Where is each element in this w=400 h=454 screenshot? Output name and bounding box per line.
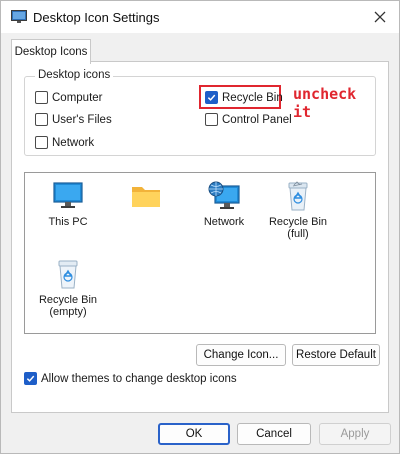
- checkbox-network[interactable]: Network: [35, 136, 94, 149]
- monitor-icon: [53, 182, 83, 208]
- close-icon: [374, 11, 386, 23]
- checkbox-box[interactable]: [35, 136, 48, 149]
- checkbox-label: Allow themes to change desktop icons: [41, 372, 237, 385]
- dialog-window: Desktop Icon Settings Desktop Icons Desk…: [0, 0, 400, 454]
- window-title: Desktop Icon Settings: [33, 10, 160, 25]
- group-legend: Desktop icons: [35, 69, 114, 81]
- checkbox-label: User's Files: [52, 113, 112, 126]
- restore-default-button[interactable]: Restore Default: [292, 344, 380, 366]
- annotation-text: uncheck it: [293, 85, 357, 121]
- checkbox-users-files[interactable]: User's Files: [35, 113, 112, 126]
- checkmark-icon: [26, 375, 35, 382]
- tab-desktop-icons[interactable]: Desktop Icons: [11, 39, 91, 64]
- folder-icon: [132, 187, 160, 207]
- icon-item-network[interactable]: Network: [189, 179, 259, 228]
- tab-panel-desktop-icons: Desktop icons Computer User's Files Netw…: [11, 61, 389, 413]
- checkbox-label: Network: [52, 136, 95, 149]
- checkbox-box-checked[interactable]: [24, 372, 37, 385]
- desktop-settings-icon: [11, 10, 27, 23]
- icon-list[interactable]: This PC Network Recycle Bin (full) Recyc…: [24, 172, 376, 334]
- change-icon-button[interactable]: Change Icon...: [196, 344, 286, 366]
- checkbox-recycle-bin[interactable]: Recycle Bin: [205, 91, 283, 104]
- checkbox-label: Recycle Bin: [222, 91, 283, 104]
- network-globe-icon: [208, 181, 240, 209]
- checkbox-box[interactable]: [35, 91, 48, 104]
- dialog-footer: OK Cancel Apply: [1, 415, 399, 453]
- icon-label-hidden: [125, 216, 167, 228]
- icon-label: Network: [203, 216, 245, 228]
- icon-item-this-pc[interactable]: This PC: [33, 179, 103, 228]
- tab-strip: Desktop Icons: [1, 33, 399, 64]
- checkbox-computer[interactable]: Computer: [35, 91, 103, 104]
- checkbox-control-panel[interactable]: Control Panel: [205, 113, 292, 126]
- checkbox-allow-themes[interactable]: Allow themes to change desktop icons: [24, 372, 237, 385]
- checkbox-box[interactable]: [205, 113, 218, 126]
- icon-label: Recycle Bin (full): [268, 216, 328, 240]
- checkbox-box[interactable]: [35, 113, 48, 126]
- desktop-icons-group: Desktop icons Computer User's Files Netw…: [24, 69, 376, 156]
- ok-button[interactable]: OK: [158, 423, 230, 445]
- checkbox-box-checked[interactable]: [205, 91, 218, 104]
- checkmark-icon: [207, 94, 216, 101]
- icon-item-recycle-bin-empty[interactable]: Recycle Bin (empty): [33, 257, 103, 318]
- recycle-bin-full-icon: [288, 181, 308, 211]
- icon-item-recycle-bin-full[interactable]: Recycle Bin (full): [263, 179, 333, 240]
- icon-item-users-files[interactable]: [111, 179, 181, 228]
- checkbox-label: Control Panel: [222, 113, 292, 126]
- icon-label: Recycle Bin (empty): [38, 294, 98, 318]
- cancel-button[interactable]: Cancel: [237, 423, 311, 445]
- title-bar[interactable]: Desktop Icon Settings: [1, 1, 399, 33]
- icon-label: This PC: [48, 216, 88, 228]
- recycle-bin-empty-icon: [58, 260, 78, 289]
- checkbox-label: Computer: [52, 91, 103, 104]
- close-button[interactable]: [367, 5, 393, 29]
- apply-button[interactable]: Apply: [319, 423, 391, 445]
